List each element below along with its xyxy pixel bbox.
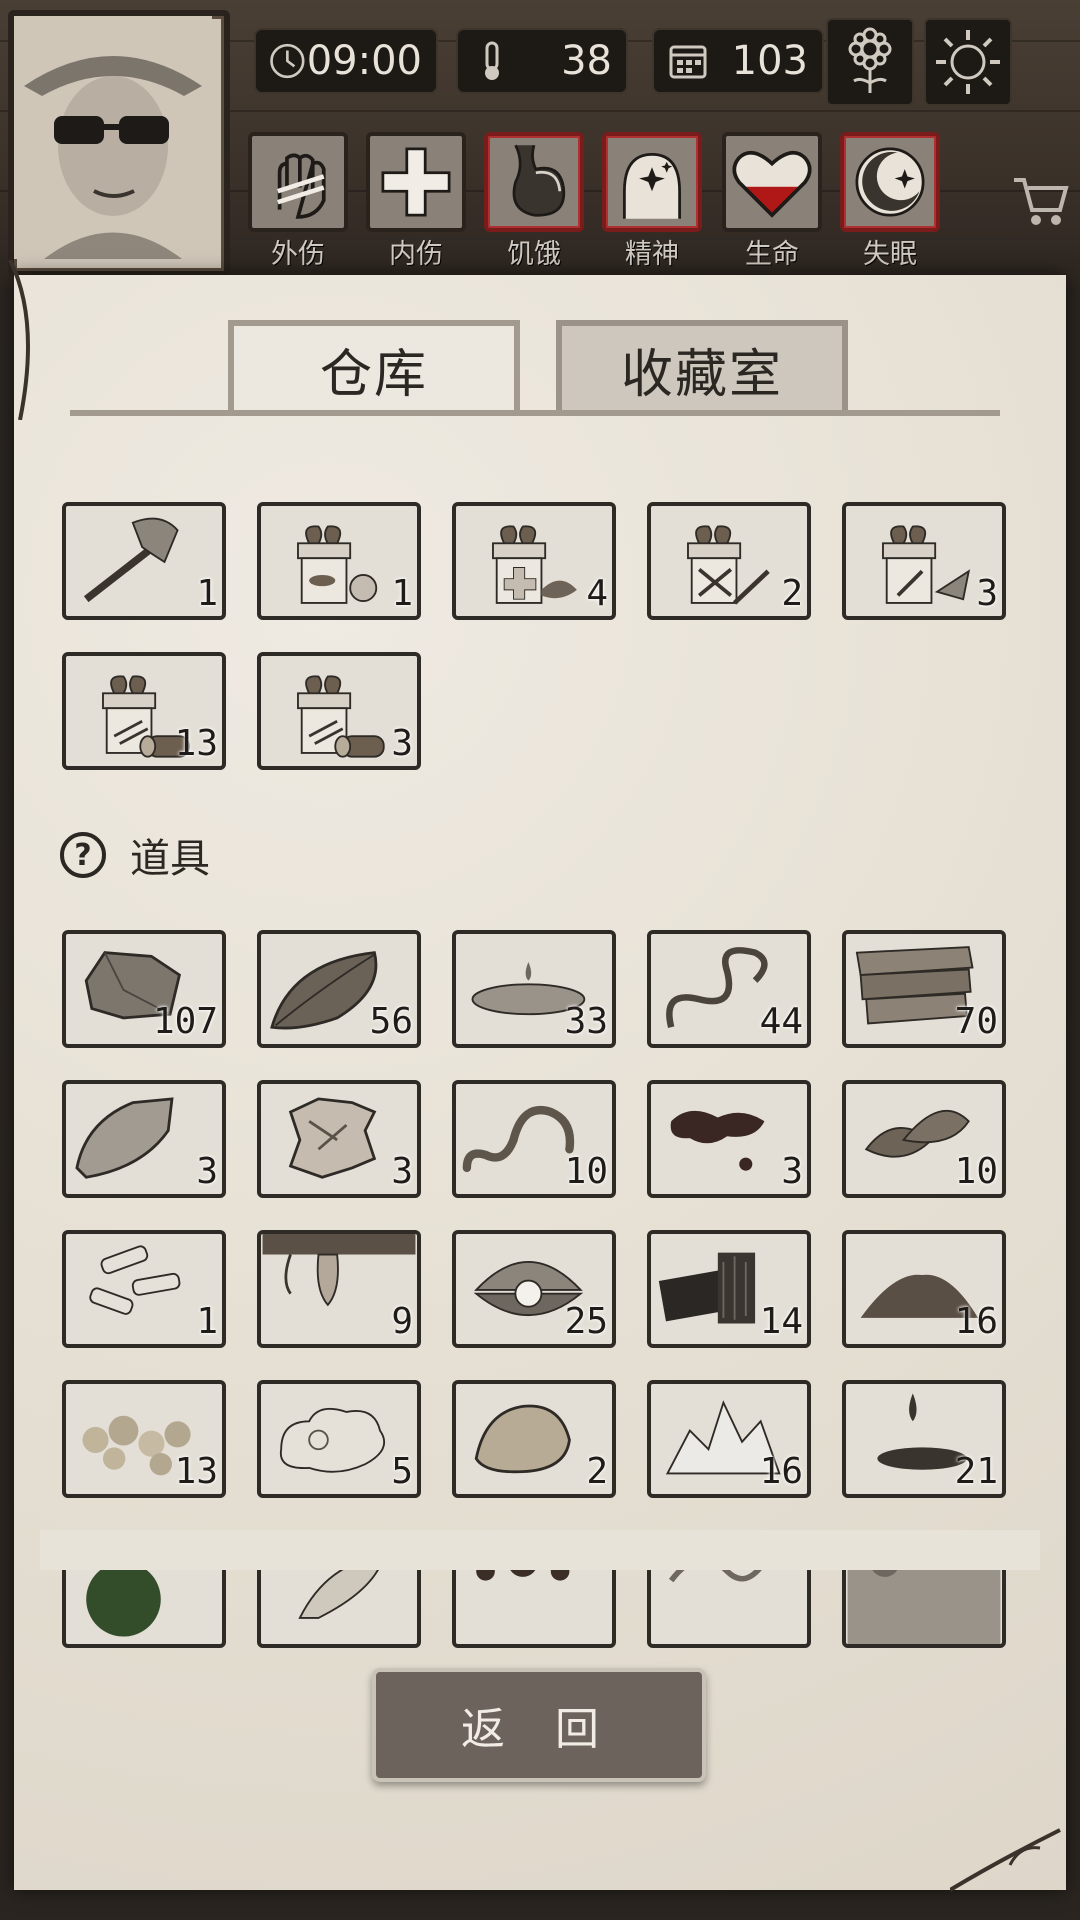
item-slot-flint[interactable]: 3 — [62, 1080, 226, 1198]
item-count: 1 — [196, 1301, 218, 1342]
head-sparkle-icon — [623, 153, 681, 219]
status-cross[interactable] — [366, 132, 466, 232]
item-slot-planks[interactable]: 70 — [842, 930, 1006, 1048]
item-slot-gift-box-food[interactable]: 1 — [257, 502, 421, 620]
item-slot-worm[interactable]: 10 — [452, 1080, 616, 1198]
status-moon-star[interactable] — [840, 132, 940, 232]
temperature-display: 38 — [456, 28, 628, 94]
item-count: 1 — [196, 573, 218, 614]
status-label: 失眠 — [863, 239, 917, 270]
item-count: 3 — [196, 1151, 218, 1192]
status-label: 外伤 — [271, 239, 325, 270]
back-button[interactable]: 返 回 — [372, 1668, 706, 1782]
vine-decoration — [950, 1828, 1061, 1892]
status-label: 饥饿 — [507, 239, 561, 270]
item-slot-bone-shards[interactable]: 1 — [62, 1230, 226, 1348]
item-count: 13 — [174, 1451, 218, 1492]
item-count: 70 — [954, 1001, 998, 1042]
item-slot-axe[interactable]: 1 — [62, 502, 226, 620]
item-slot-herb[interactable]: 10 — [842, 1080, 1006, 1198]
tab-collection[interactable]: 收藏室 — [556, 320, 848, 412]
item-count: 1 — [391, 573, 413, 614]
item-slot-salt-crystal[interactable]: 16 — [647, 1380, 811, 1498]
item-slot-blood[interactable]: 3 — [647, 1080, 811, 1198]
item-count: 25 — [564, 1301, 608, 1342]
tab-storage[interactable]: 仓库 — [228, 320, 520, 412]
item-count: 107 — [152, 1001, 218, 1042]
item-slot-leaf[interactable]: 56 — [257, 930, 421, 1048]
item-count: 3 — [391, 723, 413, 764]
item-count: 16 — [759, 1451, 803, 1492]
item-count: 4 — [586, 573, 608, 614]
item-count: 3 — [781, 1151, 803, 1192]
item-slot-gift-box-wood[interactable]: 13 — [62, 652, 226, 770]
item-count: 33 — [564, 1001, 608, 1042]
day-display: 103 — [652, 28, 824, 94]
item-slot-pearl-shell[interactable]: 25 — [452, 1230, 616, 1348]
item-slot-cotton[interactable]: 5 — [257, 1380, 421, 1498]
item-slot-gold-nuggets[interactable]: 13 — [62, 1380, 226, 1498]
item-slot-stone[interactable]: 107 — [62, 930, 226, 1048]
status-head-sparkle[interactable] — [602, 132, 702, 232]
item-slot-vine[interactable]: 44 — [647, 930, 811, 1048]
item-count: 14 — [759, 1301, 803, 1342]
time-value: 09:00 — [306, 38, 422, 84]
item-count: 10 — [954, 1151, 998, 1192]
status-heart[interactable] — [722, 132, 822, 232]
item-count: 44 — [759, 1001, 803, 1042]
item-count: 10 — [564, 1151, 608, 1192]
status-label: 内伤 — [389, 239, 443, 270]
item-slot-ore-rock[interactable]: 2 — [452, 1380, 616, 1498]
item-slot-water-puddle[interactable]: 33 — [452, 930, 616, 1048]
calendar-icon — [669, 45, 707, 79]
item-slot-gift-box-medical[interactable]: 4 — [452, 502, 616, 620]
item-slot-dirt-pile[interactable]: 16 — [842, 1230, 1006, 1348]
item-count: 2 — [781, 573, 803, 614]
player-portrait[interactable] — [8, 10, 230, 277]
day-value: 103 — [731, 38, 808, 84]
item-count: 9 — [391, 1301, 413, 1342]
item-count: 56 — [369, 1001, 413, 1042]
item-slot-gift-box-wood[interactable]: 3 — [257, 652, 421, 770]
vine-decoration — [8, 260, 30, 420]
temperature-value: 38 — [561, 38, 612, 84]
heart-icon — [732, 150, 812, 218]
item-slot-charcoal[interactable]: 14 — [647, 1230, 811, 1348]
time-display: 09:00 — [254, 28, 438, 94]
flower-button[interactable] — [826, 18, 914, 106]
weather-button[interactable] — [924, 18, 1012, 106]
item-slot-animal-hide[interactable]: 3 — [257, 1080, 421, 1198]
item-count: 3 — [976, 573, 998, 614]
clock-icon — [270, 43, 305, 79]
item-slot-gift-box-tools[interactable]: 3 — [842, 502, 1006, 620]
item-count: 16 — [954, 1301, 998, 1342]
item-count: 3 — [391, 1151, 413, 1192]
status-label: 精神 — [625, 239, 679, 270]
moon-star-icon — [855, 147, 925, 217]
cross-icon — [381, 147, 451, 217]
item-count: 2 — [586, 1451, 608, 1492]
props-section-title: 道具 — [130, 836, 210, 882]
item-slot-oil-drop[interactable]: 21 — [842, 1380, 1006, 1498]
thermometer-icon — [485, 41, 499, 80]
item-slot-gift-box-weapons[interactable]: 2 — [647, 502, 811, 620]
sun-icon — [936, 30, 1000, 94]
status-label: 生命 — [745, 239, 799, 270]
cart-icon[interactable] — [1010, 170, 1070, 230]
item-count: 5 — [391, 1451, 413, 1492]
scroll-clip — [40, 1530, 1040, 1570]
question-icon[interactable]: ? — [60, 832, 106, 878]
status-stomach[interactable] — [484, 132, 584, 232]
item-slot-tree-sap[interactable]: 9 — [257, 1230, 421, 1348]
item-count: 13 — [174, 723, 218, 764]
flower-icon — [848, 27, 892, 93]
props-section-header: ? 道具 — [60, 826, 210, 884]
status-hand-bandage[interactable] — [248, 132, 348, 232]
tab-divider — [70, 410, 1000, 416]
stomach-icon — [512, 144, 566, 217]
hand-bandage-icon — [277, 153, 326, 219]
item-count: 21 — [954, 1451, 998, 1492]
